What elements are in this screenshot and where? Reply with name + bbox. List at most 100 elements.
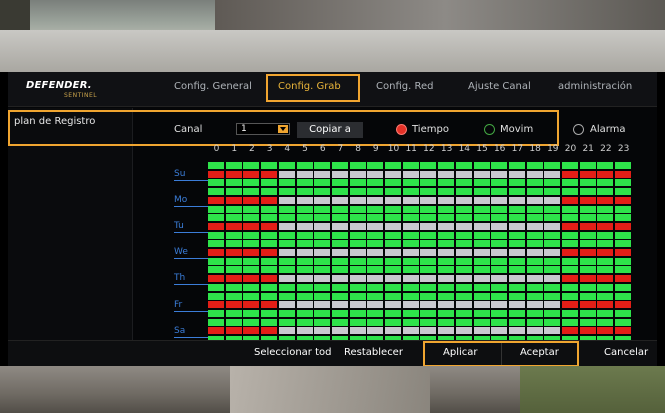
tab-config-general[interactable]: Config. General bbox=[174, 81, 252, 92]
schedule-cell[interactable] bbox=[225, 275, 242, 283]
schedule-cell[interactable] bbox=[597, 309, 614, 317]
schedule-cell[interactable] bbox=[526, 309, 543, 317]
schedule-cell[interactable] bbox=[597, 266, 614, 274]
schedule-cell[interactable] bbox=[438, 179, 455, 187]
schedule-cell[interactable] bbox=[296, 205, 313, 213]
schedule-cell[interactable] bbox=[562, 179, 578, 187]
schedule-cell[interactable] bbox=[314, 275, 331, 283]
schedule-cell[interactable] bbox=[491, 214, 508, 222]
schedule-cell[interactable] bbox=[579, 222, 596, 230]
schedule-cell[interactable] bbox=[225, 222, 242, 230]
schedule-cell[interactable] bbox=[349, 240, 366, 248]
schedule-cell[interactable] bbox=[562, 266, 578, 274]
schedule-cell[interactable] bbox=[331, 249, 348, 256]
schedule-cell[interactable] bbox=[261, 292, 278, 300]
schedule-cell[interactable] bbox=[615, 257, 632, 265]
schedule-cell[interactable] bbox=[402, 196, 419, 204]
schedule-cell[interactable] bbox=[562, 318, 578, 326]
schedule-cell[interactable] bbox=[349, 231, 366, 239]
schedule-cell[interactable] bbox=[314, 309, 331, 317]
schedule-cell[interactable] bbox=[544, 249, 561, 256]
schedule-cell[interactable] bbox=[438, 162, 455, 169]
schedule-cell[interactable] bbox=[385, 249, 401, 256]
schedule-cell[interactable] bbox=[314, 188, 331, 196]
schedule-cell[interactable] bbox=[331, 292, 348, 300]
schedule-cell[interactable] bbox=[562, 162, 578, 169]
schedule-cell[interactable] bbox=[508, 275, 525, 283]
schedule-cell[interactable] bbox=[402, 222, 419, 230]
schedule-cell[interactable] bbox=[402, 327, 419, 335]
schedule-cell[interactable] bbox=[349, 188, 366, 196]
schedule-cell[interactable] bbox=[579, 170, 596, 178]
schedule-cell[interactable] bbox=[367, 205, 384, 213]
schedule-cell[interactable] bbox=[597, 196, 614, 204]
schedule-cell[interactable] bbox=[562, 222, 578, 230]
schedule-cell[interactable] bbox=[473, 205, 490, 213]
schedule-cell[interactable] bbox=[225, 240, 242, 248]
schedule-cell[interactable] bbox=[225, 205, 242, 213]
schedule-cell[interactable] bbox=[438, 188, 455, 196]
schedule-cell[interactable] bbox=[597, 214, 614, 222]
schedule-cell[interactable] bbox=[367, 327, 384, 335]
schedule-cell[interactable] bbox=[385, 240, 401, 248]
schedule-cell[interactable] bbox=[615, 249, 632, 256]
schedule-cell[interactable] bbox=[420, 196, 437, 204]
schedule-cell[interactable] bbox=[615, 188, 632, 196]
schedule-cell[interactable] bbox=[243, 283, 260, 291]
schedule-cell[interactable] bbox=[455, 257, 472, 265]
schedule-cell[interactable] bbox=[367, 257, 384, 265]
schedule-cell[interactable] bbox=[438, 170, 455, 178]
schedule-cell[interactable] bbox=[615, 283, 632, 291]
schedule-cell[interactable] bbox=[615, 318, 632, 326]
schedule-cell[interactable] bbox=[615, 266, 632, 274]
schedule-cell[interactable] bbox=[455, 318, 472, 326]
schedule-cell[interactable] bbox=[615, 275, 632, 283]
schedule-cell[interactable] bbox=[278, 275, 295, 283]
schedule-cell[interactable] bbox=[597, 240, 614, 248]
schedule-cell[interactable] bbox=[420, 249, 437, 256]
schedule-cell[interactable] bbox=[331, 170, 348, 178]
schedule-cell[interactable] bbox=[261, 222, 278, 230]
schedule-cell[interactable] bbox=[438, 240, 455, 248]
schedule-row[interactable] bbox=[208, 214, 633, 222]
schedule-cell[interactable] bbox=[526, 162, 543, 169]
schedule-cell[interactable] bbox=[544, 240, 561, 248]
radio-alarma[interactable] bbox=[573, 124, 584, 135]
schedule-cell[interactable] bbox=[597, 327, 614, 335]
schedule-cell[interactable] bbox=[314, 301, 331, 309]
schedule-cell[interactable] bbox=[544, 179, 561, 187]
schedule-cell[interactable] bbox=[508, 240, 525, 248]
schedule-cell[interactable] bbox=[420, 170, 437, 178]
schedule-cell[interactable] bbox=[385, 257, 401, 265]
schedule-cell[interactable] bbox=[314, 292, 331, 300]
schedule-cell[interactable] bbox=[420, 214, 437, 222]
schedule-cell[interactable] bbox=[296, 309, 313, 317]
schedule-cell[interactable] bbox=[261, 240, 278, 248]
schedule-cell[interactable] bbox=[296, 249, 313, 256]
schedule-cell[interactable] bbox=[438, 318, 455, 326]
schedule-cell[interactable] bbox=[243, 162, 260, 169]
schedule-cell[interactable] bbox=[208, 170, 224, 178]
schedule-cell[interactable] bbox=[385, 205, 401, 213]
schedule-cell[interactable] bbox=[278, 292, 295, 300]
schedule-cell[interactable] bbox=[438, 309, 455, 317]
schedule-cell[interactable] bbox=[225, 292, 242, 300]
schedule-cell[interactable] bbox=[349, 214, 366, 222]
schedule-cell[interactable] bbox=[526, 214, 543, 222]
schedule-cell[interactable] bbox=[526, 301, 543, 309]
canal-select[interactable]: 1 bbox=[236, 123, 290, 135]
schedule-cell[interactable] bbox=[526, 292, 543, 300]
schedule-cell[interactable] bbox=[615, 214, 632, 222]
schedule-cell[interactable] bbox=[296, 231, 313, 239]
schedule-cell[interactable] bbox=[208, 249, 224, 256]
schedule-cell[interactable] bbox=[562, 170, 578, 178]
schedule-cell[interactable] bbox=[455, 240, 472, 248]
schedule-cell[interactable] bbox=[473, 301, 490, 309]
schedule-cell[interactable] bbox=[579, 205, 596, 213]
schedule-cell[interactable] bbox=[402, 179, 419, 187]
schedule-cell[interactable] bbox=[278, 309, 295, 317]
schedule-cell[interactable] bbox=[544, 283, 561, 291]
schedule-row[interactable] bbox=[208, 283, 633, 291]
schedule-cell[interactable] bbox=[261, 301, 278, 309]
schedule-cell[interactable] bbox=[243, 275, 260, 283]
